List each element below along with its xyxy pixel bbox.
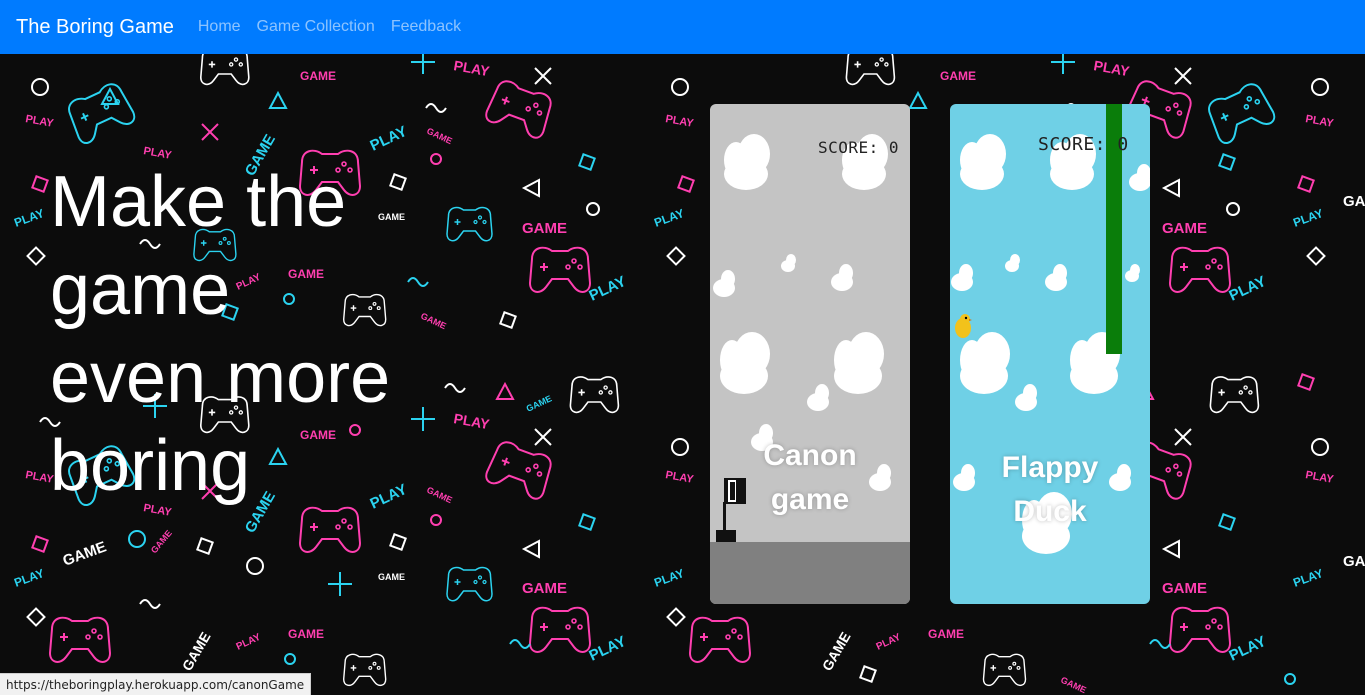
svg-text:PLAY: PLAY [587,633,629,665]
game-card-canon[interactable]: SCORE: 0 Canon game [710,104,910,604]
hero-headline: Make the game even more boring [50,158,430,510]
svg-text:GA: GA [1343,193,1365,210]
card-title-line-2: Duck [1013,495,1087,528]
svg-text:GAME: GAME [61,538,109,569]
svg-text:PLAY: PLAY [1291,566,1325,590]
svg-text:PLAY: PLAY [1227,273,1269,305]
svg-text:GAME: GAME [300,69,336,83]
svg-text:GAME: GAME [819,629,854,673]
nav-link-game-collection[interactable]: Game Collection [257,18,375,36]
hero-line-2: game [50,250,231,330]
svg-text:PLAY: PLAY [1304,113,1335,130]
hero-line-3: even more [50,338,391,418]
svg-text:GAME: GAME [179,629,214,673]
duck-icon [955,314,972,338]
svg-text:GAME: GAME [1162,580,1207,597]
score-label: SCORE: 0 [1038,134,1129,155]
svg-text:GAME: GAME [149,528,174,555]
svg-text:GAME: GAME [522,220,567,237]
card-title: Canon game [710,434,910,522]
svg-text:PLAY: PLAY [24,113,55,130]
hero-line-1: Make the [50,162,347,242]
svg-text:PLAY: PLAY [587,273,629,305]
hero-line-4: boring [50,426,251,506]
svg-text:GAME: GAME [940,69,976,83]
svg-text:GAME: GAME [378,572,405,582]
svg-text:GAME: GAME [425,126,454,146]
nav-link-home[interactable]: Home [198,18,241,36]
svg-text:PLAY: PLAY [1092,57,1131,79]
svg-text:PLAY: PLAY [12,566,46,590]
svg-text:PLAY: PLAY [12,206,46,230]
card-title: Flappy Duck [950,446,1150,534]
svg-text:PLAY: PLAY [664,113,695,130]
svg-text:GAME: GAME [525,393,554,413]
card-title-line-1: Flappy [1001,451,1099,484]
svg-text:GAME: GAME [1059,675,1088,695]
svg-text:PLAY: PLAY [235,632,263,653]
card-title-line-2: game [770,483,850,516]
svg-text:GAME: GAME [522,580,567,597]
svg-text:PLAY: PLAY [452,57,491,79]
svg-text:PLAY: PLAY [664,469,695,486]
svg-text:PLAY: PLAY [1304,469,1335,486]
svg-text:GAME: GAME [1162,220,1207,237]
svg-text:PLAY: PLAY [452,410,491,432]
svg-text:PLAY: PLAY [368,123,410,155]
svg-text:PLAY: PLAY [652,206,686,230]
card-title-line-1: Canon [763,439,857,472]
ground [710,542,910,604]
navbar: The Boring Game Home Game Collection Fee… [0,0,1365,54]
svg-text:PLAY: PLAY [652,566,686,590]
svg-text:PLAY: PLAY [1227,633,1269,665]
svg-text:GA: GA [1343,553,1365,570]
svg-text:PLAY: PLAY [1291,206,1325,230]
link-preview-status-bar: https://theboringplay.herokuapp.com/cano… [0,673,312,695]
score-label: SCORE: 0 [818,138,900,157]
brand-link[interactable]: The Boring Game [16,16,174,39]
nav-link-feedback[interactable]: Feedback [391,18,461,36]
svg-text:GAME: GAME [288,627,324,641]
svg-text:PLAY: PLAY [875,632,903,653]
game-card-flappy-duck[interactable]: SCORE: 0 Flappy Duck [950,104,1150,604]
svg-text:GAME: GAME [928,627,964,641]
